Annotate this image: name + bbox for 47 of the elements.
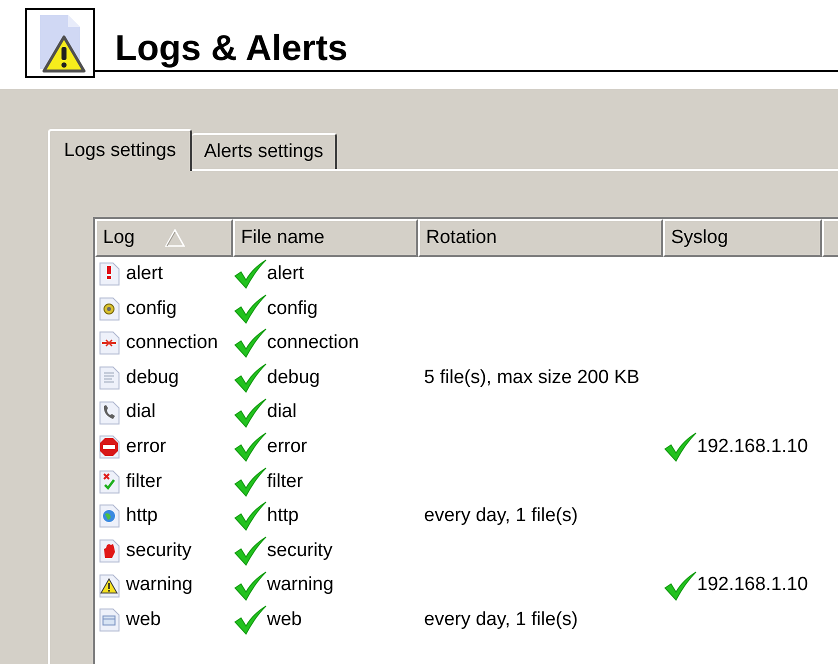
table-cell-text: dial (267, 400, 297, 424)
config-log-icon (99, 296, 121, 321)
sort-ascending-icon (164, 229, 185, 247)
table-cell-text: debug (267, 366, 320, 390)
warning-log-icon (99, 574, 121, 598)
table-cell-text: http (267, 504, 299, 528)
table-cell-text: connection (267, 331, 359, 356)
table-cell-text: alert (126, 262, 163, 286)
filter-log-icon (99, 470, 121, 494)
table-cell-text: debug (126, 366, 179, 390)
table-cell-text: alert (267, 262, 304, 286)
column-header[interactable]: Syslog (663, 219, 822, 257)
table-cell: 5 file(s), max size 200 KB (424, 366, 640, 388)
error-log-icon (99, 435, 121, 460)
table-cell-text: http (126, 504, 158, 528)
column-header[interactable]: Rotation (418, 219, 663, 257)
table-cell-text: error (267, 435, 308, 460)
column-header[interactable]: Log (95, 219, 233, 257)
table-cell-text: dial (126, 400, 156, 424)
table-cell-text: filter (267, 470, 303, 494)
table-cell-text: config (126, 296, 177, 321)
table-cell-text: web (267, 608, 302, 632)
table-cell-text: security (126, 538, 192, 563)
table-cell: every day, 1 file(s) (424, 608, 578, 630)
column-header[interactable]: File name (233, 219, 418, 257)
table-cell: every day, 1 file(s) (424, 505, 578, 526)
table-cell-text: filter (126, 470, 162, 494)
table-cell-text: warning (267, 573, 334, 598)
web-log-icon (99, 608, 121, 632)
alert-log-icon (99, 262, 121, 286)
dial-log-icon (99, 400, 121, 425)
tab[interactable]: Alerts settings (192, 133, 338, 169)
table-cell-text: config (267, 296, 318, 321)
table-cell-text: security (267, 538, 332, 563)
page-title: Logs & Alerts (115, 30, 348, 66)
security-log-icon (99, 539, 121, 564)
http-log-icon (99, 504, 121, 528)
table-cell-text: connection (126, 331, 218, 356)
table-cell-text: warning (126, 573, 193, 598)
column-header[interactable] (822, 219, 838, 257)
table-cell-text: 192.168.1.10 (697, 435, 808, 460)
table-cell-text: web (126, 608, 161, 632)
tab[interactable]: Logs settings (48, 129, 192, 171)
table-cell-text: error (126, 435, 166, 460)
connection-log-icon (99, 331, 121, 356)
table-cell-text: 192.168.1.10 (697, 573, 808, 598)
debug-log-icon (99, 366, 121, 390)
